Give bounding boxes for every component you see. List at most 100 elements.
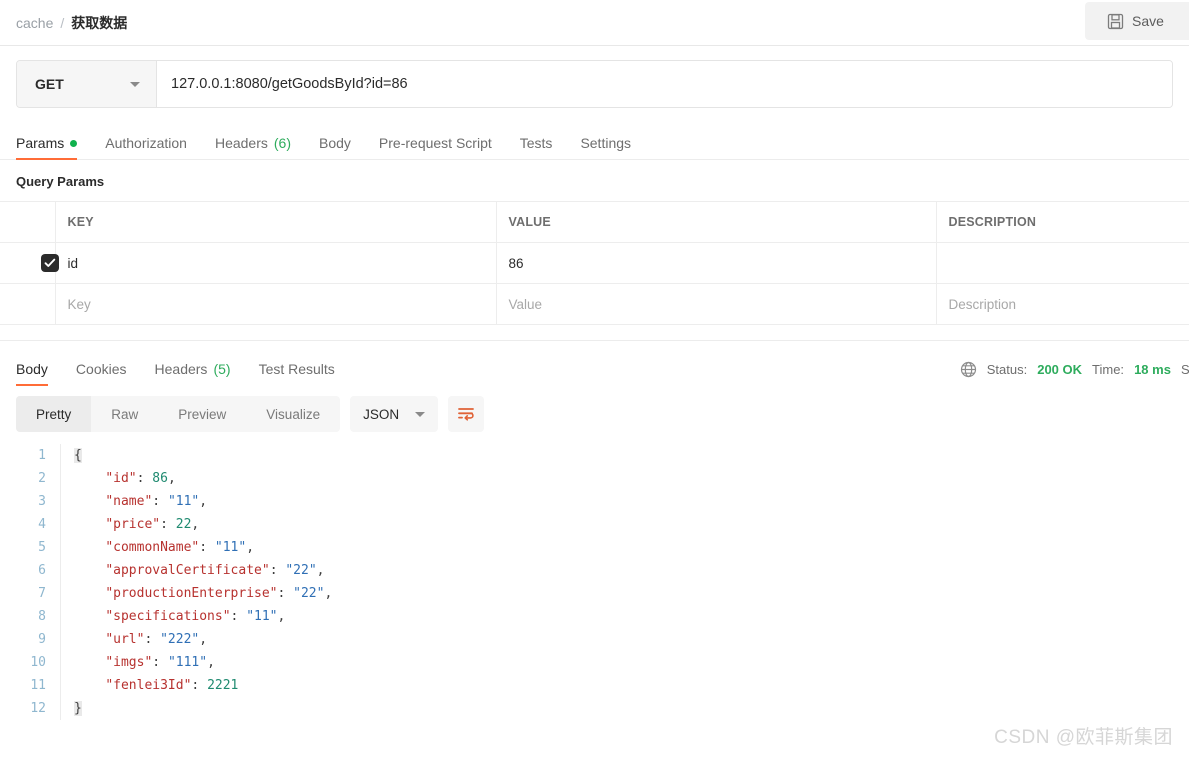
tab-headers[interactable]: Headers (6) (215, 135, 291, 160)
code-token-p (74, 586, 105, 601)
line-number: 7 (38, 586, 46, 601)
tab-tests[interactable]: Tests (520, 135, 553, 160)
code-token-p: : (144, 632, 161, 647)
check-icon (44, 258, 56, 267)
line-number: 2 (38, 471, 46, 486)
line-number: 3 (38, 494, 46, 509)
request-header: cache / 获取数据 Save (0, 0, 1189, 46)
tab-authorization[interactable]: Authorization (105, 135, 187, 160)
response-tab-body[interactable]: Body (16, 361, 48, 386)
floppy-disk-icon (1107, 13, 1124, 30)
tab-settings-label: Settings (580, 135, 632, 151)
row-checkbox-cell (0, 242, 59, 284)
url-bar-section: GET 127.0.0.1:8080/getGoodsById?id=86 (0, 46, 1189, 108)
code-token-k: "imgs" (105, 655, 153, 670)
size-label[interactable]: Siz (1181, 362, 1189, 377)
breadcrumb-current[interactable]: 获取数据 (71, 13, 127, 33)
tab-pre-request-script-label: Pre-request Script (378, 135, 492, 151)
response-tab-test-results-label: Test Results (258, 361, 335, 377)
url-input[interactable]: 127.0.0.1:8080/getGoodsById?id=86 (157, 61, 1172, 107)
param-key-input[interactable]: id (55, 242, 497, 284)
url-bar: GET 127.0.0.1:8080/getGoodsById?id=86 (16, 60, 1173, 108)
code-line: "commonName": "11", (60, 536, 1189, 559)
wrap-text-button[interactable] (448, 396, 485, 432)
code-token-p: , (207, 655, 215, 670)
code-line: "imgs": "111", (60, 651, 1189, 674)
code-token-s: "11" (214, 540, 247, 555)
response-meta: Status: 200 OK Time: 18 ms Siz (960, 361, 1189, 378)
format-label: JSON (363, 406, 400, 422)
line-number: 1 (38, 448, 46, 463)
code-token-n: 86 (152, 471, 168, 486)
save-button[interactable]: Save (1085, 2, 1189, 40)
breadcrumb-collection[interactable]: cache (16, 15, 53, 31)
tab-settings[interactable]: Settings (580, 135, 631, 160)
response-tab-headers[interactable]: Headers (5) (155, 361, 231, 386)
new-param-description-input[interactable]: Description (936, 283, 1189, 325)
code-token-p: : (199, 540, 215, 555)
url-text: 127.0.0.1:8080/getGoodsById?id=86 (171, 76, 408, 92)
code-token-p (74, 655, 105, 670)
code-line: { (60, 444, 1189, 467)
code-token-s: "11" (246, 609, 278, 624)
response-body-viewer[interactable]: 1 2 3 4 5 6 7 8 9 10 11 12 { "id": 86, "name": "11"… (0, 432, 1189, 720)
code-token-s: "22" (293, 586, 325, 601)
response-tabs: Body Cookies Headers (5) Test Results St… (0, 354, 1189, 386)
table-row: id 86 (0, 242, 1189, 284)
code-token-p: , (167, 471, 176, 486)
tab-params[interactable]: Params (16, 135, 78, 160)
tab-pre-request-script[interactable]: Pre-request Script (379, 135, 492, 160)
response-tab-headers-count: (5) (213, 361, 231, 377)
code-token-brace: { (74, 448, 82, 463)
time-value[interactable]: 18 ms (1134, 362, 1171, 377)
new-param-value-input[interactable]: Value (496, 283, 937, 325)
query-params-title: Query Params (16, 174, 105, 189)
chevron-down-icon (130, 81, 140, 87)
code-token-s: "222" (160, 632, 200, 647)
status-badge[interactable]: 200 OK (1037, 362, 1082, 377)
header-cell-value: VALUE (496, 201, 937, 243)
code-line: "fenlei3Id": 2221 (60, 674, 1189, 697)
code-line: } (60, 697, 1189, 720)
request-tabs: Params Authorization Headers (6) Body Pr… (0, 124, 1189, 160)
code-line: "productionEnterprise": "22", (60, 582, 1189, 605)
code-token-p: , (277, 609, 286, 624)
new-param-key-input[interactable]: Key (55, 283, 497, 325)
tab-body[interactable]: Body (319, 135, 351, 160)
code-token-k: "url" (105, 632, 145, 647)
code-token-k: "id" (105, 471, 137, 486)
status-label: Status: (986, 362, 1028, 377)
response-tab-headers-label: Headers (154, 361, 208, 377)
code-line: "price": 22, (60, 513, 1189, 536)
param-description-input[interactable] (936, 242, 1189, 284)
response-tab-cookies[interactable]: Cookies (76, 361, 127, 386)
line-number: 6 (38, 563, 46, 578)
format-select[interactable]: JSON (350, 396, 439, 432)
line-number: 9 (38, 632, 46, 647)
code-token-k: "name" (105, 494, 153, 509)
wrap-text-icon (457, 406, 475, 422)
response-tab-test-results[interactable]: Test Results (259, 361, 335, 386)
method-select[interactable]: GET (17, 61, 157, 107)
code-token-p: : (191, 678, 208, 693)
viewer-mode-preview[interactable]: Preview (158, 396, 246, 432)
response-tab-cookies-label: Cookies (75, 361, 127, 377)
code-token-p (74, 632, 105, 647)
watermark: CSDN @欧菲斯集团 (994, 727, 1173, 748)
param-value-input[interactable]: 86 (496, 242, 937, 284)
response-body-code[interactable]: { "id": 86, "name": "11", "price": 22, "… (60, 444, 1189, 720)
viewer-mode-visualize[interactable]: Visualize (246, 396, 340, 432)
code-token-p (74, 563, 105, 578)
header-cell-description: DESCRIPTION (936, 201, 1189, 243)
params-modified-dot-icon (70, 139, 78, 147)
code-token-p (74, 678, 105, 693)
viewer-mode-raw[interactable]: Raw (91, 396, 158, 432)
viewer-mode-pretty[interactable]: Pretty (16, 396, 92, 432)
param-enabled-checkbox[interactable] (41, 254, 59, 272)
code-token-p: , (316, 563, 325, 578)
table-header-row: KEY VALUE DESCRIPTION (0, 201, 1189, 243)
viewer-mode-group: Pretty Raw Preview Visualize (16, 396, 341, 432)
line-number: 4 (38, 517, 46, 532)
response-viewer-toolbar: Pretty Raw Preview Visualize JSON (0, 386, 1189, 432)
code-token-p: : (160, 517, 176, 532)
